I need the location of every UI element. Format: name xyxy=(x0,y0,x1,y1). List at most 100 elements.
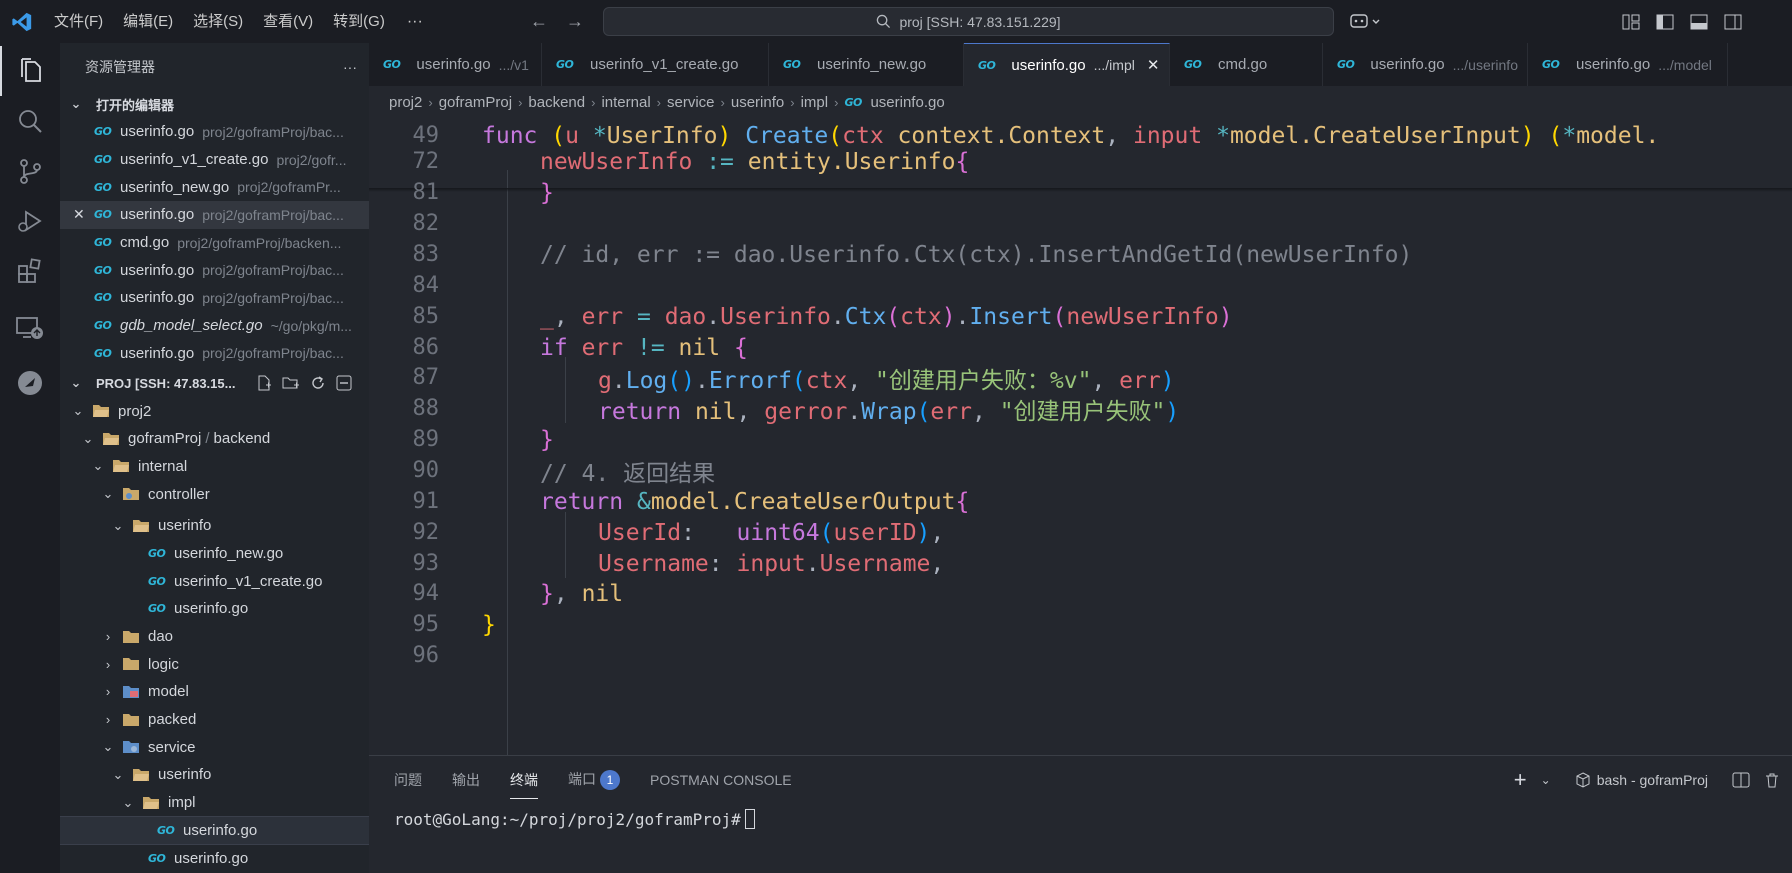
open-editors-header[interactable]: ⌄ 打开的编辑器 xyxy=(60,90,369,118)
close-icon[interactable]: ✕ xyxy=(73,206,85,223)
tree-folder-internal[interactable]: ⌄ internal xyxy=(60,453,369,481)
tree-folder-impl[interactable]: ⌄ impl xyxy=(60,789,369,817)
open-editor-item[interactable]: GO userinfo.go proj2/goframProj/bac... xyxy=(60,284,369,312)
menu-view[interactable]: 查看(V) xyxy=(253,0,323,43)
tree-file-service-userinfo[interactable]: GO userinfo.go xyxy=(60,844,369,872)
code-line: 83 // id, err := dao.Userinfo.Ctx(ctx).I… xyxy=(369,237,1792,272)
terminal-selector[interactable]: bash - goframProj xyxy=(1575,772,1708,788)
tree-folder-controller[interactable]: ⌄ controller xyxy=(60,480,369,508)
menu-more-button[interactable]: ··· xyxy=(395,13,435,31)
tree-folder-controller-userinfo[interactable]: ⌄ userinfo xyxy=(60,512,369,540)
tab-close-icon[interactable]: ✕ xyxy=(1147,56,1160,74)
back-arrow-icon[interactable]: ← xyxy=(530,11,548,32)
open-editor-item[interactable]: GO userinfo.go proj2/goframProj/bac... xyxy=(60,256,369,284)
terminal-output[interactable]: root@GoLang:~/proj/proj2/goframProj# xyxy=(369,809,1792,829)
open-editor-item[interactable]: GO userinfo.go proj2/goframProj/bac... xyxy=(60,118,369,146)
new-folder-icon[interactable] xyxy=(282,375,300,391)
code-line: 88 return nil, gerror.Wrap(err, "创建用户失败"… xyxy=(369,391,1792,426)
tab-ports[interactable]: 端口 1 xyxy=(568,769,620,790)
tab-problems[interactable]: 问题 xyxy=(394,770,422,790)
toggle-secondary-sidebar-icon[interactable] xyxy=(1724,14,1742,30)
new-file-icon[interactable] xyxy=(256,375,272,391)
tab-userinfo-impl-active[interactable]: GO userinfo.go .../impl ✕ xyxy=(964,43,1170,86)
tree-file-impl-userinfo[interactable]: GO userinfo.go xyxy=(60,815,369,846)
code-line: 90 // 4. 返回结果 xyxy=(369,453,1792,488)
open-editor-item[interactable]: GO userinfo_v1_create.go proj2/gofr... xyxy=(60,146,369,174)
chevron-right-icon: › xyxy=(105,684,111,700)
code-line: 95 } xyxy=(369,607,1792,642)
tree-file-controller-userinfo[interactable]: GO userinfo.go xyxy=(60,595,369,623)
menu-edit[interactable]: 编辑(E) xyxy=(113,0,183,43)
workspace-header[interactable]: ⌄ PROJ [SSH: 47.83.15... xyxy=(60,369,369,397)
tree-folder-service-userinfo[interactable]: ⌄ userinfo xyxy=(60,761,369,789)
open-editor-item[interactable]: GO userinfo_new.go proj2/goframPr... xyxy=(60,173,369,201)
tree-file-userinfo-new[interactable]: GO userinfo_new.go xyxy=(60,540,369,568)
tree-folder-dao[interactable]: › dao xyxy=(60,623,369,651)
tab-userinfo-userinfo[interactable]: GO userinfo.go .../userinfo xyxy=(1323,43,1528,86)
go-file-icon: GO xyxy=(94,291,112,305)
open-editor-item[interactable]: GO cmd.go proj2/goframProj/backen... xyxy=(60,229,369,257)
trash-icon[interactable] xyxy=(1764,772,1780,788)
breadcrumb-item[interactable]: service xyxy=(667,94,715,111)
breadcrumb-item[interactable]: proj2 xyxy=(389,94,422,111)
tab-output[interactable]: 输出 xyxy=(452,770,480,790)
tree-folder-proj2[interactable]: ⌄ proj2 xyxy=(60,397,369,425)
breadcrumb-item[interactable]: goframProj xyxy=(439,94,512,111)
chevron-right-icon: › xyxy=(105,629,111,645)
tab-userinfo-model[interactable]: GO userinfo.go .../model xyxy=(1528,43,1728,86)
file-tree: ⌄ proj2 ⌄ goframProj / backend ⌄ internal ⌄ co… xyxy=(60,397,369,872)
breadcrumb-item[interactable]: impl xyxy=(801,94,829,111)
open-editor-item-active[interactable]: ✕ GO userinfo.go proj2/goframProj/bac... xyxy=(60,201,369,229)
tree-folder-packed[interactable]: › packed xyxy=(60,706,369,734)
tab-userinfo-new[interactable]: GO userinfo_new.go xyxy=(769,43,964,86)
title-bar: 文件(F) 编辑(E) 选择(S) 查看(V) 转到(G) ··· ← → pr… xyxy=(0,0,1792,43)
explorer-icon[interactable] xyxy=(0,46,60,96)
copilot-icon[interactable] xyxy=(1350,0,1384,43)
tree-folder-goframproj-backend[interactable]: ⌄ goframProj / backend xyxy=(60,425,369,453)
toggle-panel-icon[interactable] xyxy=(1690,14,1708,30)
menu-selection[interactable]: 选择(S) xyxy=(183,0,253,43)
tree-folder-service[interactable]: ⌄ service xyxy=(60,733,369,761)
refresh-icon[interactable] xyxy=(310,375,326,391)
tab-userinfo-v1[interactable]: GO userinfo.go .../v1 xyxy=(369,43,542,86)
command-center-search[interactable]: proj [SSH: 47.83.151.229] xyxy=(603,7,1334,36)
tree-folder-model[interactable]: › model xyxy=(60,678,369,706)
compact-folder-separator: / xyxy=(205,430,210,448)
search-view-icon[interactable] xyxy=(0,96,60,146)
split-terminal-icon[interactable] xyxy=(1732,772,1750,788)
code-editor[interactable]: 49 func (u *UserInfo) Create(ctx context… xyxy=(369,118,1792,755)
folder-icon xyxy=(123,630,139,643)
breadcrumb-item[interactable]: backend xyxy=(528,94,585,111)
toggle-primary-sidebar-icon[interactable] xyxy=(1656,14,1674,30)
collapse-all-icon[interactable] xyxy=(336,375,352,391)
breadcrumb-file[interactable]: userinfo.go xyxy=(870,94,944,111)
chevron-down-icon: ⌄ xyxy=(112,517,124,533)
customize-layout-icon[interactable] xyxy=(1622,14,1640,30)
source-control-icon[interactable] xyxy=(0,146,60,196)
tree-file-userinfo-v1-create[interactable]: GO userinfo_v1_create.go xyxy=(60,567,369,595)
tree-folder-logic[interactable]: › logic xyxy=(60,650,369,678)
menu-file[interactable]: 文件(F) xyxy=(44,0,113,43)
workspace-label: PROJ [SSH: 47.83.15... xyxy=(96,375,236,391)
breadcrumb-item[interactable]: internal xyxy=(601,94,650,111)
open-editor-item[interactable]: GO userinfo.go proj2/goframProj/bac... xyxy=(60,340,369,368)
open-editor-item[interactable]: GO gdb_model_select.go ~/go/pkg/m... xyxy=(60,312,369,340)
extensions-icon[interactable] xyxy=(0,246,60,296)
code-text: } xyxy=(482,611,496,638)
new-terminal-button[interactable]: + xyxy=(1514,767,1527,793)
menu-go[interactable]: 转到(G) xyxy=(323,0,395,43)
folder-open-icon xyxy=(113,460,129,473)
tab-terminal[interactable]: 终端 xyxy=(510,770,538,799)
tab-postman-console[interactable]: POSTMAN CONSOLE xyxy=(650,772,792,788)
postman-icon[interactable] xyxy=(0,358,60,408)
chevron-down-icon[interactable]: ⌄ xyxy=(1541,773,1551,787)
breadcrumb-item[interactable]: userinfo xyxy=(731,94,784,111)
tab-userinfo-v1-create[interactable]: GO userinfo_v1_create.go xyxy=(542,43,769,86)
go-file-icon: GO xyxy=(148,574,166,588)
explorer-more-button[interactable]: ··· xyxy=(343,59,357,75)
remote-explorer-icon[interactable] xyxy=(0,303,60,353)
forward-arrow-icon[interactable]: → xyxy=(566,11,584,32)
folder-icon xyxy=(123,658,139,671)
tab-cmd[interactable]: GO cmd.go xyxy=(1170,43,1323,86)
run-debug-icon[interactable] xyxy=(0,196,60,246)
